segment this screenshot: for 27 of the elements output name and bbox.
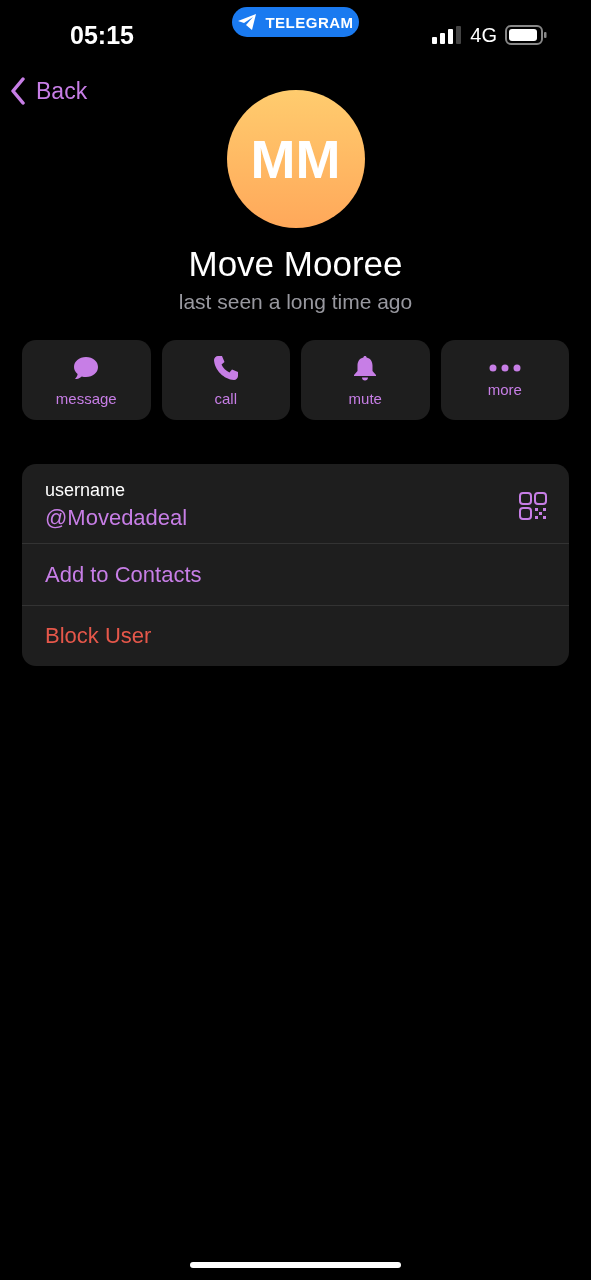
action-button[interactable]: mute [301, 340, 430, 420]
action-button[interactable]: message [22, 340, 151, 420]
action-label: mute [348, 389, 382, 407]
back-button[interactable]: Back [10, 77, 88, 105]
battery-icon [505, 25, 547, 45]
action-button[interactable]: more [440, 340, 569, 420]
last-seen-status: last seen a long time ago [178, 290, 413, 314]
qr-code-icon[interactable] [519, 491, 547, 520]
action-label: call [214, 389, 237, 407]
telegram-pill[interactable]: TELEGRAM [232, 7, 359, 37]
menu-item[interactable]: Add to Contacts [22, 544, 569, 605]
status-time: 05:15 [70, 20, 134, 50]
avatar: MM [226, 90, 365, 228]
more-dots-icon [488, 362, 521, 373]
contact-name: Move Mooree [188, 244, 403, 284]
username-label: username [45, 480, 127, 501]
chevron-left-icon [10, 77, 26, 105]
action-label: message [55, 389, 117, 407]
phone-icon [211, 353, 240, 382]
menu-item[interactable]: Block User [22, 605, 569, 666]
network-label: 4G [470, 23, 497, 47]
action-label: more [487, 380, 522, 398]
paper-plane-icon [237, 13, 258, 31]
pill-label: TELEGRAM [265, 13, 354, 31]
username-link[interactable]: @Movedadeal [45, 505, 188, 531]
signal-icon [432, 26, 463, 44]
action-button[interactable]: call [161, 340, 290, 420]
